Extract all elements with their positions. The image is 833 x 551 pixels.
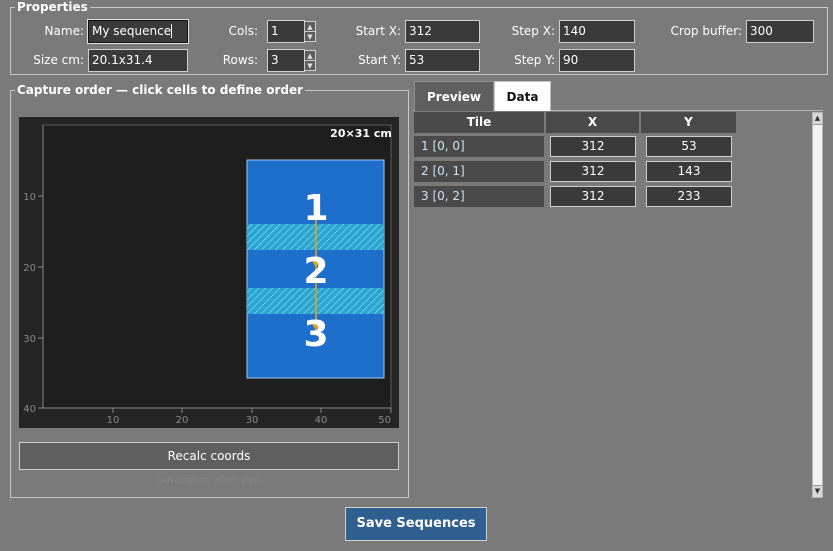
name-field[interactable]: My sequence (87, 19, 189, 44)
capture-order-title: Capture order — click cells to define or… (17, 83, 304, 97)
name-value: My sequence (92, 24, 172, 38)
x-tick-label: 10 (107, 415, 120, 426)
table-cell-x[interactable]: 312 (550, 136, 636, 157)
table-cell-y[interactable]: 233 (646, 186, 732, 207)
stepper-up-icon[interactable]: ▲ (305, 22, 315, 31)
cols-stepper[interactable]: ▲ ▼ (304, 21, 316, 42)
stepper-down-icon[interactable]: ▼ (305, 60, 315, 70)
dimensions-label: 20×31 cm (330, 127, 392, 140)
properties-title: Properties (17, 0, 88, 14)
size-cm-label: Size cm: (33, 53, 84, 67)
scrollbar-thumb[interactable] (813, 125, 822, 485)
stepper-up-icon[interactable]: ▲ (305, 51, 315, 60)
cols-label: Cols: (228, 24, 258, 38)
x-tick-label: 30 (246, 415, 259, 426)
x-tick-label: 50 (378, 415, 391, 426)
save-sequences-button[interactable]: Save Sequences (345, 507, 487, 541)
order-number[interactable]: 1 (303, 188, 328, 229)
table-row-tile[interactable]: 1 [0, 0] (414, 136, 544, 157)
tab-data[interactable]: Data (494, 81, 551, 111)
table-row-tile[interactable]: 2 [0, 1] (414, 161, 544, 182)
table-row-tile[interactable]: 3 [0, 2] (414, 186, 544, 207)
y-tick-label: 40 (23, 404, 36, 415)
vertical-scrollbar[interactable]: ▲ ▼ (812, 112, 823, 498)
column-header-tile[interactable]: Tile (414, 112, 544, 133)
table-cell-y[interactable]: 143 (646, 161, 732, 182)
name-label: Name: (44, 24, 84, 38)
column-header-x[interactable]: X (546, 112, 639, 133)
start-x-field[interactable]: 312 (405, 20, 480, 43)
text-caret (171, 24, 173, 38)
size-cm-field[interactable]: 20.1x31.4 (88, 49, 188, 72)
table-cell-x[interactable]: 312 (550, 186, 636, 207)
table-cell-x[interactable]: 312 (550, 161, 636, 182)
step-y-label: Step Y: (514, 53, 555, 67)
x-tick-label: 40 (315, 415, 328, 426)
recalc-coords-button[interactable]: Recalc coords (19, 442, 399, 470)
start-y-field[interactable]: 53 (405, 49, 480, 72)
crop-buffer-field[interactable]: 300 (746, 20, 814, 43)
tab-preview[interactable]: Preview (414, 81, 494, 111)
order-number[interactable]: 3 (303, 314, 328, 355)
drag-hint: Left-drag to offset view (156, 476, 262, 486)
start-y-label: Start Y: (358, 53, 401, 67)
stepper-down-icon[interactable]: ▼ (305, 31, 315, 41)
column-header-y[interactable]: Y (641, 112, 736, 133)
order-number[interactable]: 2 (303, 251, 328, 292)
rows-label: Rows: (222, 53, 258, 67)
cols-field[interactable]: 1 (267, 20, 305, 43)
y-tick-label: 20 (23, 263, 36, 274)
crop-buffer-label: Crop buffer: (670, 24, 742, 38)
scroll-up-icon[interactable]: ▲ (813, 113, 822, 124)
capture-canvas[interactable]: 1 2 3 20×31 cm 10 20 30 40 10 20 30 40 5… (19, 117, 399, 428)
step-x-label: Step X: (511, 24, 555, 38)
table-cell-y[interactable]: 53 (646, 136, 732, 157)
capture-grid[interactable]: 1 2 3 20×31 cm 10 20 30 40 10 20 30 40 5… (19, 117, 399, 428)
y-tick-label: 10 (23, 192, 36, 203)
scroll-down-icon[interactable]: ▼ (813, 486, 822, 497)
step-x-field[interactable]: 140 (559, 20, 635, 43)
step-y-field[interactable]: 90 (559, 49, 635, 72)
x-tick-label: 20 (176, 415, 189, 426)
y-tick-label: 30 (23, 334, 36, 345)
rows-stepper[interactable]: ▲ ▼ (304, 50, 316, 71)
rows-field[interactable]: 3 (267, 49, 305, 72)
start-x-label: Start X: (355, 24, 401, 38)
